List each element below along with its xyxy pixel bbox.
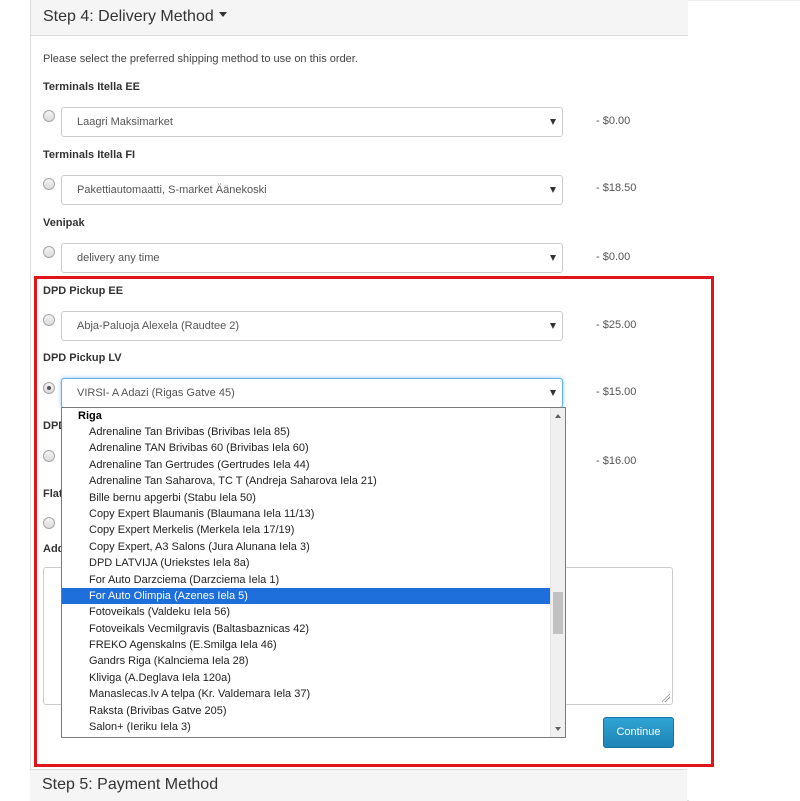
dropdown-option[interactable]: FREKO Agenskalns (E.Smilga Iela 46) [62,637,550,653]
dropdown-option[interactable]: Copy Expert, A3 Salons (Jura Alunana Iel… [62,539,550,555]
scroll-up-arrow-icon[interactable] [555,414,561,418]
scrollbar-thumb[interactable] [553,592,563,634]
dropdown-arrow-icon [550,390,556,396]
dropdown-option[interactable]: Kliviga (A.Deglava Iela 120a) [62,670,550,686]
dropdown-items: Riga Adrenaline Tan Brivibas (Brivibas I… [62,408,550,735]
price-itella-ee: - $0.00 [596,115,631,127]
radio-dpd-other[interactable] [43,450,55,462]
dropdown-option[interactable]: Fotoveikals (Valdeku Iela 56) [62,604,550,620]
scroll-down-arrow-icon[interactable] [555,727,561,731]
dropdown-option[interactable]: Adrenaline Tan Brivibas (Brivibas Iela 8… [62,424,550,440]
dropdown-arrow-icon [550,255,556,261]
price-itella-fi: - $18.50 [596,182,637,194]
dropdown-arrow-icon [550,119,556,125]
price-venipak: - $0.00 [596,251,631,263]
radio-venipak[interactable] [43,246,55,258]
dropdown-arrow-icon [550,323,556,329]
radio-itella-ee[interactable] [43,110,55,122]
select-dpd-lv[interactable]: VIRSI- A Adazi (Rigas Gatve 45) [61,378,563,408]
dropdown-group-riga: Riga [78,410,102,422]
radio-flat[interactable] [43,517,55,529]
select-itella-fi[interactable]: Pakettiautomaatti, S-market Äänekoski [61,175,563,205]
price-dpd-lv: - $15.00 [596,386,637,398]
dropdown-scrollbar[interactable] [550,408,565,737]
select-venipak[interactable]: delivery any time [61,243,563,273]
dropdown-option[interactable]: For Auto Darzciema (Darzciema Iela 1) [62,572,550,588]
dropdown-option[interactable]: Manaslecas.lv A telpa (Kr. Valdemara Iel… [62,686,550,702]
dropdown-option[interactable]: Copy Expert Merkelis (Merkela Iela 17/19… [62,522,550,538]
continue-button[interactable]: Continue [603,717,674,748]
step5-title[interactable]: Step 5: Payment Method [42,776,218,794]
dropdown-option[interactable]: Adrenaline Tan Gertrudes (Gertrudes Iela… [62,457,550,473]
group-label-itella-fi: Terminals Itella FI [43,149,136,161]
dropdown-option[interactable]: Bille bernu apgerbi (Stabu Iela 50) [62,490,550,506]
group-label-dpd-lv: DPD Pickup LV [43,352,122,364]
dropdown-option[interactable]: Copy Expert Blaumanis (Blaumana Iela 11/… [62,506,550,522]
group-label-itella-ee: Terminals Itella EE [43,81,141,93]
step5-header[interactable]: Step 5: Payment Method [30,769,687,801]
group-label-venipak: Venipak [43,217,85,229]
select-itella-ee[interactable]: Laagri Maksimarket [61,107,563,137]
dropdown-option[interactable]: DPD LATVIJA (Uriekstes Iela 8a) [62,555,550,571]
dpd-lv-dropdown-list[interactable]: Riga Adrenaline Tan Brivibas (Brivibas I… [61,407,566,738]
caret-down-icon [218,12,227,18]
dropdown-arrow-icon [550,187,556,193]
radio-dpd-lv[interactable] [43,382,55,394]
radio-itella-fi[interactable] [43,178,55,190]
price-dpd-other: - $16.00 [596,455,637,467]
dropdown-option[interactable]: Gandrs Riga (Kalnciema Iela 28) [62,653,550,669]
dropdown-option[interactable]: Fotoveikals Vecmilgravis (Baltasbaznicas… [62,621,550,637]
page-background [688,0,800,800]
group-label-dpd-ee: DPD Pickup EE [43,285,124,297]
price-dpd-ee: - $25.00 [596,319,637,331]
resize-grip-icon[interactable] [662,694,670,702]
dropdown-option[interactable]: Salon+ (Ieriku Iela 3) [62,719,550,735]
intro-text: Please select the preferred shipping met… [43,53,358,65]
radio-dpd-ee[interactable] [43,314,55,326]
dropdown-option[interactable]: Raksta (Brivibas Gatve 205) [62,703,550,719]
step4-header[interactable]: Step 4: Delivery Method [31,0,688,36]
group-label-flat-partial: Flat [43,488,63,500]
dropdown-option[interactable]: Adrenaline TAN Brivibas 60 (Brivibas Iel… [62,440,550,456]
dropdown-option[interactable]: For Auto Olimpia (Azenes Iela 5) [62,587,550,605]
dropdown-option[interactable]: Adrenaline Tan Saharova, TC T (Andreja S… [62,473,550,489]
select-dpd-ee[interactable]: Abja-Paluoja Alexela (Raudtee 2) [61,311,563,341]
step4-title[interactable]: Step 4: Delivery Method [43,8,227,26]
